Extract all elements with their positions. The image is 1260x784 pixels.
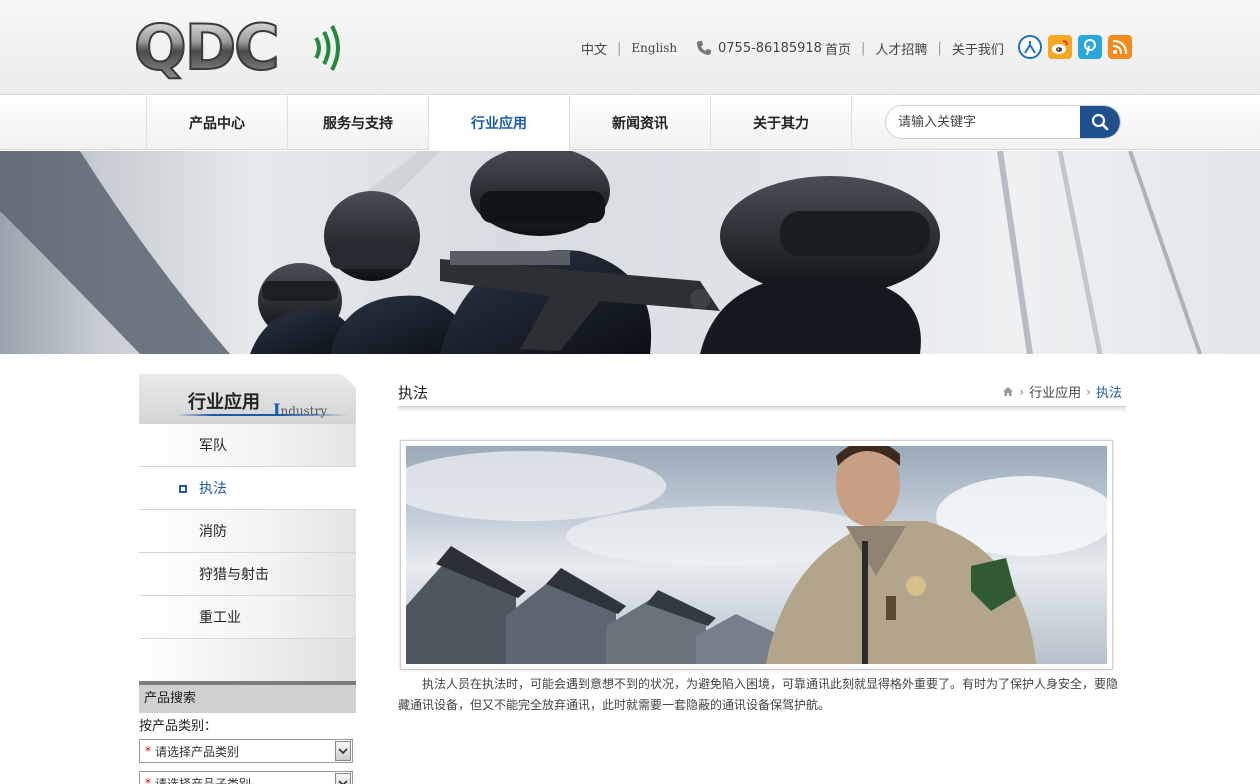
divider: | [861,40,866,56]
breadcrumb: › 行业应用 › 执法 [1002,382,1122,401]
top-header: QDC 中文 | English 0755-86185918 首页 | 人才招聘… [0,0,1260,95]
title-divider [398,406,1126,412]
category-select[interactable]: * 请选择产品类别 [139,739,353,763]
pinterest-icon[interactable] [1078,35,1102,59]
main-nav: 产品中心 服务与支持 行业应用 新闻资讯 关于其力 [0,95,1260,150]
home-icon[interactable] [1002,386,1014,397]
phone-info: 0755-86185918 [696,38,822,58]
chevron-down-icon [335,741,351,761]
lang-english-link[interactable]: English [631,41,677,55]
search-box [885,105,1121,139]
page-title: 执法 [398,384,429,402]
sidebar-item-label: 军队 [199,438,227,454]
sidebar-item-heavy-industry[interactable]: 重工业 [139,596,356,639]
sidebar-item-label: 消防 [199,524,227,540]
renren-icon[interactable] [1018,35,1042,59]
divider: | [617,40,622,56]
search-input[interactable] [898,106,1078,138]
sidebar-item-hunting-shooting[interactable]: 狩猎与射击 [139,553,356,596]
hero-banner-image [0,151,1260,354]
content-description: 执法人员在执法时，可能会遇到意想不到的状况，为避免陷入困境，可靠通讯此刻就显得格… [398,677,1119,712]
breadcrumb-industry[interactable]: 行业应用 [1029,382,1081,401]
sidebar-item-label: 重工业 [199,610,241,626]
site-links: 首页 | 人才招聘 | 关于我们 [825,38,1004,58]
swat-team-illustration [0,151,1202,354]
sidebar-subtitle: Industry [273,400,328,419]
category-select-value: 请选择产品类别 [155,744,240,759]
signal-waves-icon [314,25,340,71]
lang-chinese-link[interactable]: 中文 [581,39,607,58]
breadcrumb-current[interactable]: 执法 [1096,382,1122,401]
sidebar-spacer [139,639,356,681]
nav-menu: 产品中心 服务与支持 行业应用 新闻资讯 关于其力 [146,95,852,150]
sidebar-item-label: 执法 [199,481,227,497]
police-officer-illustration [406,446,1107,664]
content-image-frame [400,440,1113,670]
search-icon [1091,113,1109,131]
nav-item-service[interactable]: 服务与支持 [288,95,429,150]
product-search-heading: 产品搜索 [139,681,356,713]
sidebar-title-underline [177,414,349,416]
divider: | [937,40,942,56]
phone-icon [697,41,711,55]
sidebar-item-military[interactable]: 军队 [139,424,356,467]
sidebar-title: 行业应用 [188,392,260,413]
subcategory-select-value: 请选择产品子类别 [155,776,252,784]
nav-item-industry[interactable]: 行业应用 [429,95,570,150]
search-button[interactable] [1080,106,1120,138]
careers-link[interactable]: 人才招聘 [875,39,927,58]
sidebar-item-label: 狩猎与射击 [199,567,269,583]
chevron-right-icon: › [1086,384,1091,399]
required-marker: * [145,776,151,784]
subcategory-select[interactable]: * 请选择产品子类别 [139,771,353,784]
chevron-right-icon: › [1019,384,1025,399]
nav-item-about[interactable]: 关于其力 [711,95,852,150]
weibo-icon[interactable] [1048,35,1072,59]
about-us-link[interactable]: 关于我们 [952,39,1004,58]
social-links [1018,35,1132,59]
active-bullet-icon [179,485,187,493]
sidebar-menu: 军队 执法 消防 狩猎与射击 重工业 [139,424,356,639]
nav-item-products[interactable]: 产品中心 [147,95,288,150]
qdc-logo[interactable]: QDC [133,11,346,84]
required-marker: * [145,744,151,758]
law-enforcement-photo [406,446,1107,664]
home-link[interactable]: 首页 [825,39,851,58]
product-search-panel: 产品搜索 按产品类别： * 请选择产品类别 * 请选择产品子类别 [139,681,356,784]
logo-text: QDC [133,11,281,84]
phone-number: 0755-86185918 [718,40,822,56]
sidebar-item-fire-fighting[interactable]: 消防 [139,510,356,553]
language-switch: 中文 | English [581,38,677,58]
sidebar-item-law-enforcement[interactable]: 执法 [139,467,356,510]
sidebar-header: 行业应用 Industry [139,374,356,424]
category-label: 按产品类别： [139,719,218,734]
chevron-down-icon [335,773,351,784]
nav-item-news[interactable]: 新闻资讯 [570,95,711,150]
rss-icon[interactable] [1108,35,1132,59]
